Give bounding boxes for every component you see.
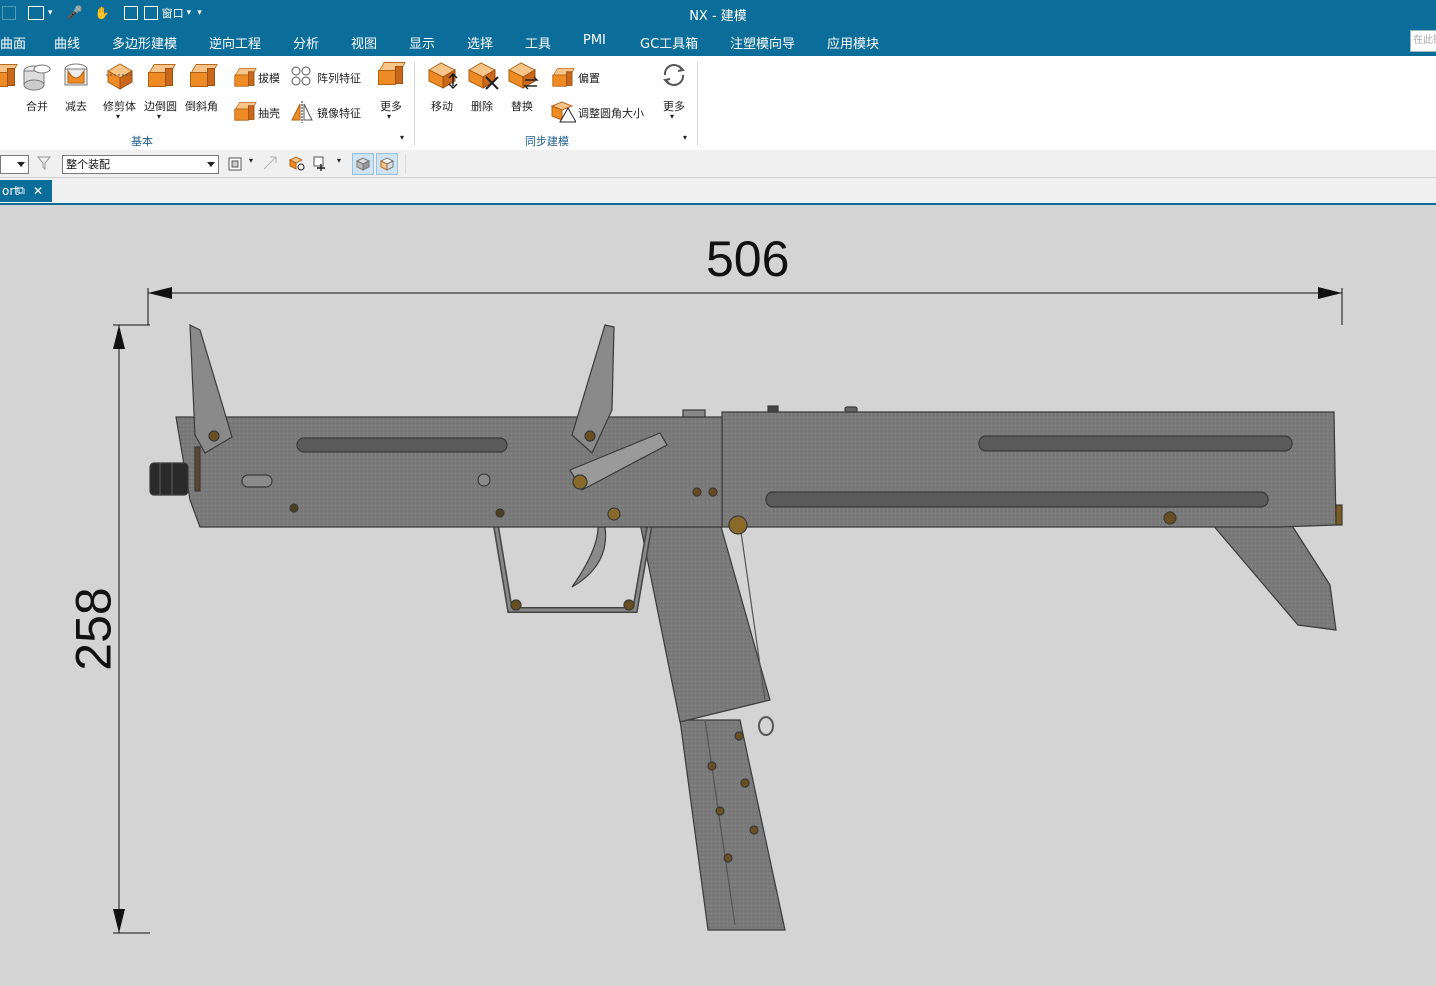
type-filter-dropdown[interactable] <box>0 155 29 174</box>
more-sync-icon[interactable] <box>659 60 689 90</box>
menu-mold-wizard[interactable]: 注塑模向导 <box>730 33 795 52</box>
menu-application[interactable]: 应用模块 <box>827 33 879 52</box>
horizontal-dimension-label[interactable]: 506 <box>706 230 789 288</box>
draft-button[interactable]: 拔模 <box>258 70 280 86</box>
mirror-feature-button[interactable]: 镜像特征 <box>317 105 361 121</box>
chevron-down-icon <box>17 162 25 167</box>
horizontal-dimension[interactable] <box>147 287 1343 325</box>
group-label-sync: 同步建模 <box>525 135 569 148</box>
unite-button[interactable]: 合并 <box>26 98 48 114</box>
trim-body-icon[interactable] <box>104 61 136 91</box>
assembly-selection-icon[interactable] <box>228 155 246 171</box>
toolbar-separator <box>405 154 406 174</box>
assembly-selection-arrow-icon[interactable]: ▾ <box>249 156 253 165</box>
more-basic-arrow-icon[interactable]: ▾ <box>387 112 391 121</box>
delete-face-button[interactable]: 删除 <box>471 98 493 114</box>
vertical-dimension-label[interactable]: 258 <box>65 587 123 670</box>
ribbon: 合并 减去 修剪体 ▾ 边倒圆 ▾ 倒斜角 拔模 抽壳 阵列特征 镜像特征 更多… <box>0 56 1436 151</box>
unite-icon[interactable] <box>22 61 52 91</box>
mirror-feature-icon[interactable] <box>290 100 314 124</box>
document-tab[interactable]: ort ⧉ ✕ <box>0 180 52 202</box>
show-body-icon[interactable] <box>376 153 398 175</box>
menu-surface[interactable]: 曲面 <box>0 33 26 52</box>
menu-pmi[interactable]: PMI <box>583 33 606 48</box>
select-all-icon[interactable] <box>262 155 280 171</box>
move-face-button[interactable]: 移动 <box>431 98 453 114</box>
model-canvas <box>113 287 1343 934</box>
menu-display[interactable]: 显示 <box>409 33 435 52</box>
menu-polygon-modeling[interactable]: 多边形建模 <box>112 33 177 52</box>
menu-gc-toolkit[interactable]: GC工具箱 <box>640 33 698 52</box>
command-search-input[interactable]: 在此键入 <box>1410 30 1436 52</box>
chamfer-button[interactable]: 倒斜角 <box>185 98 218 114</box>
filter-icon[interactable] <box>36 155 53 171</box>
replace-face-icon[interactable] <box>507 60 541 92</box>
undock-icon[interactable]: ⧉ <box>17 180 25 202</box>
subtract-button[interactable]: 减去 <box>65 98 87 114</box>
draft-icon[interactable] <box>234 68 257 87</box>
ribbon-separator <box>697 62 698 146</box>
resize-blend-icon[interactable] <box>550 100 577 124</box>
chevron-down-icon <box>207 162 215 167</box>
shell-button[interactable]: 抽壳 <box>258 105 280 121</box>
group-basic-expand-icon[interactable]: ▾ <box>400 133 404 142</box>
menu-tools[interactable]: 工具 <box>525 33 551 52</box>
chamfer-icon[interactable] <box>190 64 218 87</box>
edge-blend-icon[interactable] <box>148 64 176 87</box>
select-feature-icon[interactable] <box>288 155 306 171</box>
group-sync-expand-icon[interactable]: ▾ <box>683 133 687 142</box>
selection-scope-value: 整个装配 <box>66 158 110 171</box>
close-icon[interactable]: ✕ <box>33 180 43 202</box>
pattern-feature-icon[interactable] <box>290 65 314 87</box>
shell-icon[interactable] <box>234 102 257 121</box>
show-face-icon[interactable] <box>352 153 374 175</box>
menu-curve[interactable]: 曲线 <box>54 33 80 52</box>
offset-region-button[interactable]: 偏置 <box>578 70 600 86</box>
offset-region-icon[interactable] <box>552 68 575 87</box>
menu-select[interactable]: 选择 <box>467 33 493 52</box>
title-bar: ▾ 🎤 ✋ 窗口 ▾ ▾ NX - 建模 <box>0 0 1436 26</box>
document-tab-bar: ort ⧉ ✕ <box>0 178 1436 205</box>
pattern-feature-button[interactable]: 阵列特征 <box>317 70 361 86</box>
graphics-viewport[interactable]: 506 258 <box>0 205 1436 986</box>
delete-face-icon[interactable] <box>467 60 501 92</box>
snap-point-arrow-icon[interactable]: ▾ <box>337 156 341 165</box>
selection-bar: 整个装配 ▾ ▾ <box>0 150 1436 178</box>
trim-body-arrow-icon[interactable]: ▾ <box>116 112 120 121</box>
replace-face-button[interactable]: 替换 <box>511 98 533 114</box>
more-basic-icon[interactable] <box>378 62 406 85</box>
edge-blend-arrow-icon[interactable]: ▾ <box>157 112 161 121</box>
group-label-basic: 基本 <box>131 135 153 148</box>
weapon-model[interactable] <box>149 324 1343 931</box>
menu-bar: 曲面 曲线 多边形建模 逆向工程 分析 视图 显示 选择 工具 PMI GC工具… <box>0 26 1436 56</box>
snap-point-icon[interactable] <box>312 155 330 171</box>
ribbon-separator <box>414 62 415 146</box>
menu-view[interactable]: 视图 <box>351 33 377 52</box>
more-sync-arrow-icon[interactable]: ▾ <box>670 112 674 121</box>
subtract-icon[interactable] <box>62 61 92 91</box>
menu-reverse-engineering[interactable]: 逆向工程 <box>209 33 261 52</box>
extrude-icon[interactable] <box>0 64 18 87</box>
menu-analysis[interactable]: 分析 <box>293 33 319 52</box>
resize-blend-button[interactable]: 调整圆角大小 <box>578 105 644 121</box>
move-face-icon[interactable] <box>427 60 461 92</box>
selection-scope-dropdown[interactable]: 整个装配 <box>62 155 219 174</box>
window-title: NX - 建模 <box>689 9 747 24</box>
